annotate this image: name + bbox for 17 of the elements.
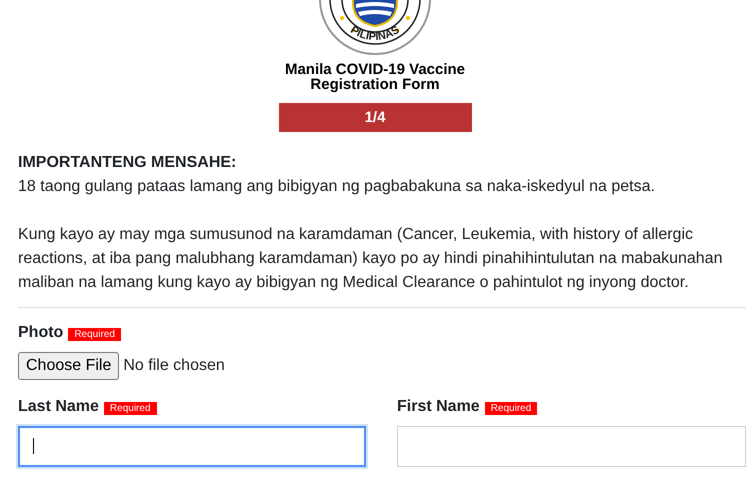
field-label: Photo (18, 324, 64, 342)
notice-heading: IMPORTANTENG MENSAHE: (18, 153, 238, 173)
file-status: No file chosen (123, 357, 225, 375)
seal-logo: PILIPINAS (318, 0, 432, 56)
step-indicator: 1/4 (278, 103, 472, 132)
text-cursor (33, 438, 34, 454)
notice-paragraph: 18 taong gulang pataas lamang ang bibigyan ng pagbabakuna sa naka-iskedyul na petsa. (18, 177, 656, 197)
text-field[interactable] (397, 426, 746, 467)
required-badge: Required (484, 402, 538, 415)
form-title: Manila COVID-19 Vaccine Registration Form (284, 62, 466, 92)
text-field[interactable] (18, 426, 366, 467)
field-label: Last Name (18, 398, 99, 416)
required-badge: Required (68, 328, 121, 341)
notice-paragraph: Kung kayo ay may mga sumusunod na karamdaman (Cancer, Leukemia, with history of allergic reactions, at iba pang malubhang karamdaman) kayo po ay hindi pinahihintulutan na mabakunahan maliban na lamang kung kayo ay bibigyan ng Medical Clearance o pahintulot ng inyong doctor. (18, 225, 724, 293)
required-badge: Required (104, 402, 157, 415)
choose-file-button[interactable]: Choose File (18, 352, 120, 380)
field-label: First Name (397, 398, 480, 416)
